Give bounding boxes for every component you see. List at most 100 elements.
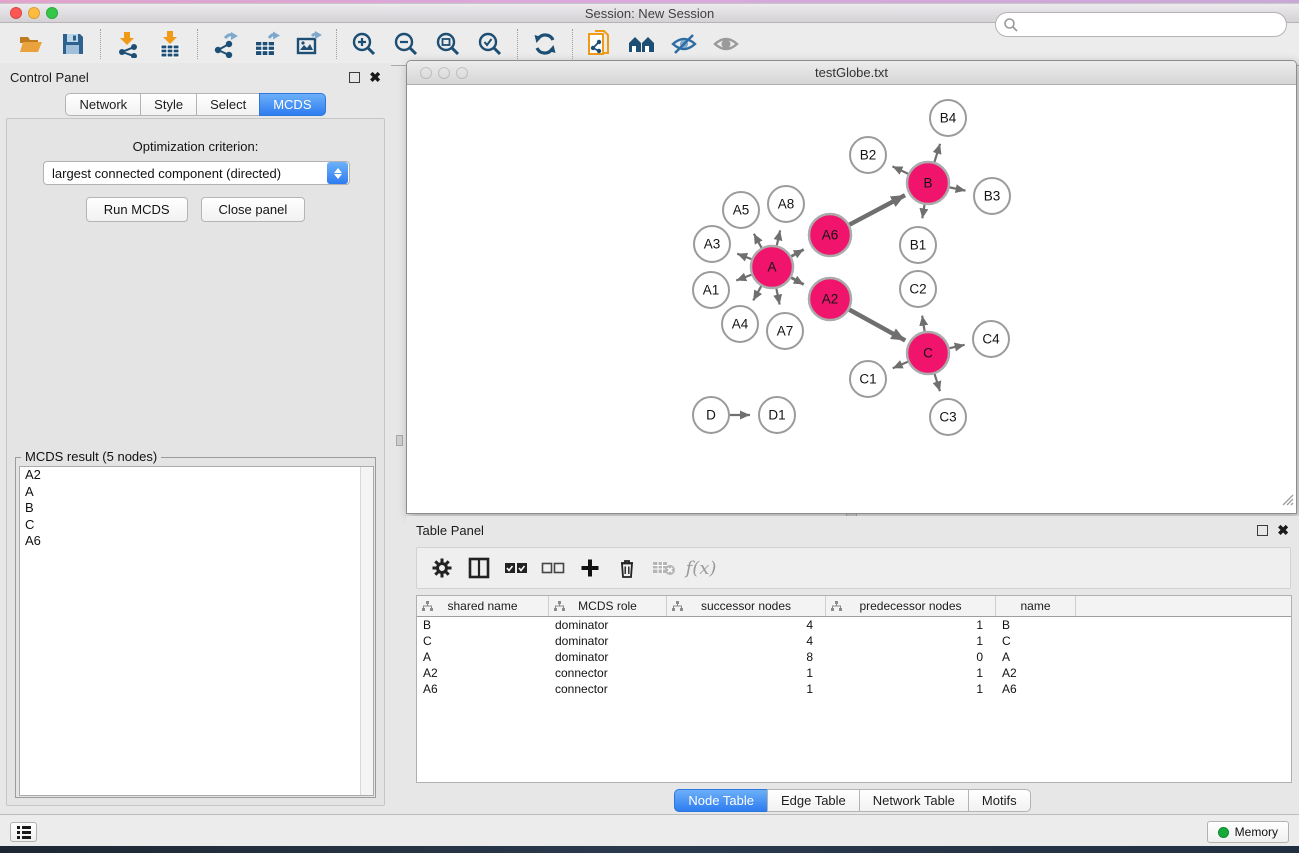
graph-edge-C-C2[interactable] [922, 316, 924, 332]
table-settings-icon[interactable] [427, 553, 457, 583]
minimize-network-button[interactable] [438, 67, 450, 79]
table-row[interactable]: Adominator80A [417, 649, 1291, 665]
column-view-icon[interactable] [464, 553, 494, 583]
control-panel-title: Control Panel [10, 70, 89, 85]
mcds-result-item[interactable]: A [20, 484, 373, 501]
new-network-from-selection-icon[interactable] [579, 27, 621, 61]
open-session-icon[interactable] [10, 27, 52, 61]
graph-edge-C-C4[interactable] [949, 345, 964, 348]
mcds-result-item[interactable]: A6 [20, 533, 373, 550]
graph-node-label-A3: A3 [704, 237, 721, 252]
tab-network[interactable]: Network [65, 93, 141, 116]
tab-select[interactable]: Select [196, 93, 260, 116]
zoom-fit-icon[interactable] [427, 27, 469, 61]
create-column-icon[interactable] [575, 553, 605, 583]
memory-button[interactable]: Memory [1207, 821, 1289, 843]
tab-node-table[interactable]: Node Table [674, 789, 768, 812]
graph-edge-A6-B[interactable] [849, 195, 905, 225]
network-window-titlebar[interactable]: testGlobe.txt [407, 61, 1296, 85]
graph-edge-A-A5[interactable] [754, 234, 762, 248]
close-panel-button[interactable]: Close panel [201, 197, 306, 222]
graph-edge-B-B1[interactable] [922, 205, 924, 219]
toolbar-separator [572, 29, 573, 59]
zoom-window-button[interactable] [46, 7, 58, 19]
graph-edge-B-B2[interactable] [892, 166, 908, 173]
table-row[interactable]: A6connector11A6 [417, 681, 1291, 697]
node-table[interactable]: shared nameMCDS rolesuccessor nodesprede… [416, 595, 1292, 783]
vertical-splitter-handle[interactable] [396, 435, 403, 446]
optimization-criterion-select[interactable]: largest connected component (directed) [43, 161, 350, 185]
graph-node-label-B4: B4 [940, 111, 957, 126]
table-cell: 1 [826, 681, 996, 697]
table-row[interactable]: Cdominator41C [417, 633, 1291, 649]
table-row[interactable]: Bdominator41B [417, 617, 1291, 633]
float-panel-icon[interactable] [349, 72, 360, 83]
network-window-title: testGlobe.txt [815, 65, 888, 80]
close-panel-icon[interactable]: ✖ [369, 72, 381, 83]
mcds-result-item[interactable]: B [20, 500, 373, 517]
delete-column-icon[interactable] [612, 553, 642, 583]
delete-table-icon[interactable] [649, 553, 679, 583]
show-all-icon[interactable] [705, 27, 747, 61]
search-input[interactable] [995, 12, 1287, 37]
float-table-panel-icon[interactable] [1257, 525, 1268, 536]
close-window-button[interactable] [10, 7, 22, 19]
graph-edge-A2-C[interactable] [849, 310, 905, 341]
apply-layout-icon[interactable] [524, 27, 566, 61]
export-image-icon[interactable] [288, 27, 330, 61]
zoom-out-icon[interactable] [385, 27, 427, 61]
tab-motifs[interactable]: Motifs [968, 789, 1031, 812]
graph-edge-A-A4[interactable] [753, 286, 761, 300]
graph-node-label-A4: A4 [732, 317, 749, 332]
graph-edge-C-C3[interactable] [935, 374, 940, 391]
close-table-panel-icon[interactable]: ✖ [1277, 525, 1289, 536]
tab-mcds[interactable]: MCDS [259, 93, 325, 116]
list-scrollbar[interactable] [360, 467, 373, 795]
tab-network-table[interactable]: Network Table [859, 789, 969, 812]
graph-edge-A-A3[interactable] [737, 254, 751, 259]
task-history-button[interactable] [10, 822, 37, 842]
window-resize-grip[interactable] [1280, 492, 1294, 511]
mcds-result-list[interactable]: A2ABCA6 [19, 466, 374, 796]
column-header-name[interactable]: name [996, 596, 1076, 616]
mcds-result-item[interactable]: A2 [20, 467, 373, 484]
toolbar-separator [517, 29, 518, 59]
hide-selected-icon[interactable] [663, 27, 705, 61]
zoom-selected-icon[interactable] [469, 27, 511, 61]
tab-edge-table[interactable]: Edge Table [767, 789, 860, 812]
network-canvas[interactable]: A5A8A3AA1A4A7A6A2B2B4BB3B1C2CC4C1C3DD1 [407, 85, 1296, 513]
minimize-window-button[interactable] [28, 7, 40, 19]
graph-edge-B-B3[interactable] [950, 187, 966, 190]
graph-edge-A-A1[interactable] [736, 275, 751, 281]
deselect-all-columns-icon[interactable] [538, 553, 568, 583]
search-box [995, 12, 1287, 37]
graph-edge-C-C1[interactable] [893, 362, 908, 369]
graph-edge-A-A8[interactable] [777, 230, 780, 245]
export-table-icon[interactable] [246, 27, 288, 61]
table-row[interactable]: A2connector11A2 [417, 665, 1291, 681]
tab-style[interactable]: Style [140, 93, 197, 116]
zoom-in-icon[interactable] [343, 27, 385, 61]
close-network-button[interactable] [420, 67, 432, 79]
table-cell: dominator [549, 617, 667, 633]
graph-edge-A-A7[interactable] [776, 289, 779, 305]
column-header-successor-nodes[interactable]: successor nodes [667, 596, 826, 616]
export-network-icon[interactable] [204, 27, 246, 61]
column-header-shared-name[interactable]: shared name [417, 596, 549, 616]
column-header-MCDS-role[interactable]: MCDS role [549, 596, 667, 616]
graph-edge-A-A2[interactable] [791, 278, 803, 285]
zoom-network-button[interactable] [456, 67, 468, 79]
run-mcds-button[interactable]: Run MCDS [86, 197, 188, 222]
table-cell: dominator [549, 649, 667, 665]
toolbar-separator [336, 29, 337, 59]
mcds-result-item[interactable]: C [20, 517, 373, 534]
save-session-icon[interactable] [52, 27, 94, 61]
select-all-columns-icon[interactable] [501, 553, 531, 583]
graph-edge-A-A6[interactable] [791, 249, 803, 256]
first-neighbors-icon[interactable] [621, 27, 663, 61]
function-builder-icon[interactable]: f(x) [686, 553, 716, 583]
import-network-icon[interactable] [107, 27, 149, 61]
graph-edge-B-B4[interactable] [934, 144, 940, 162]
column-header-predecessor-nodes[interactable]: predecessor nodes [826, 596, 996, 616]
import-table-icon[interactable] [149, 27, 191, 61]
